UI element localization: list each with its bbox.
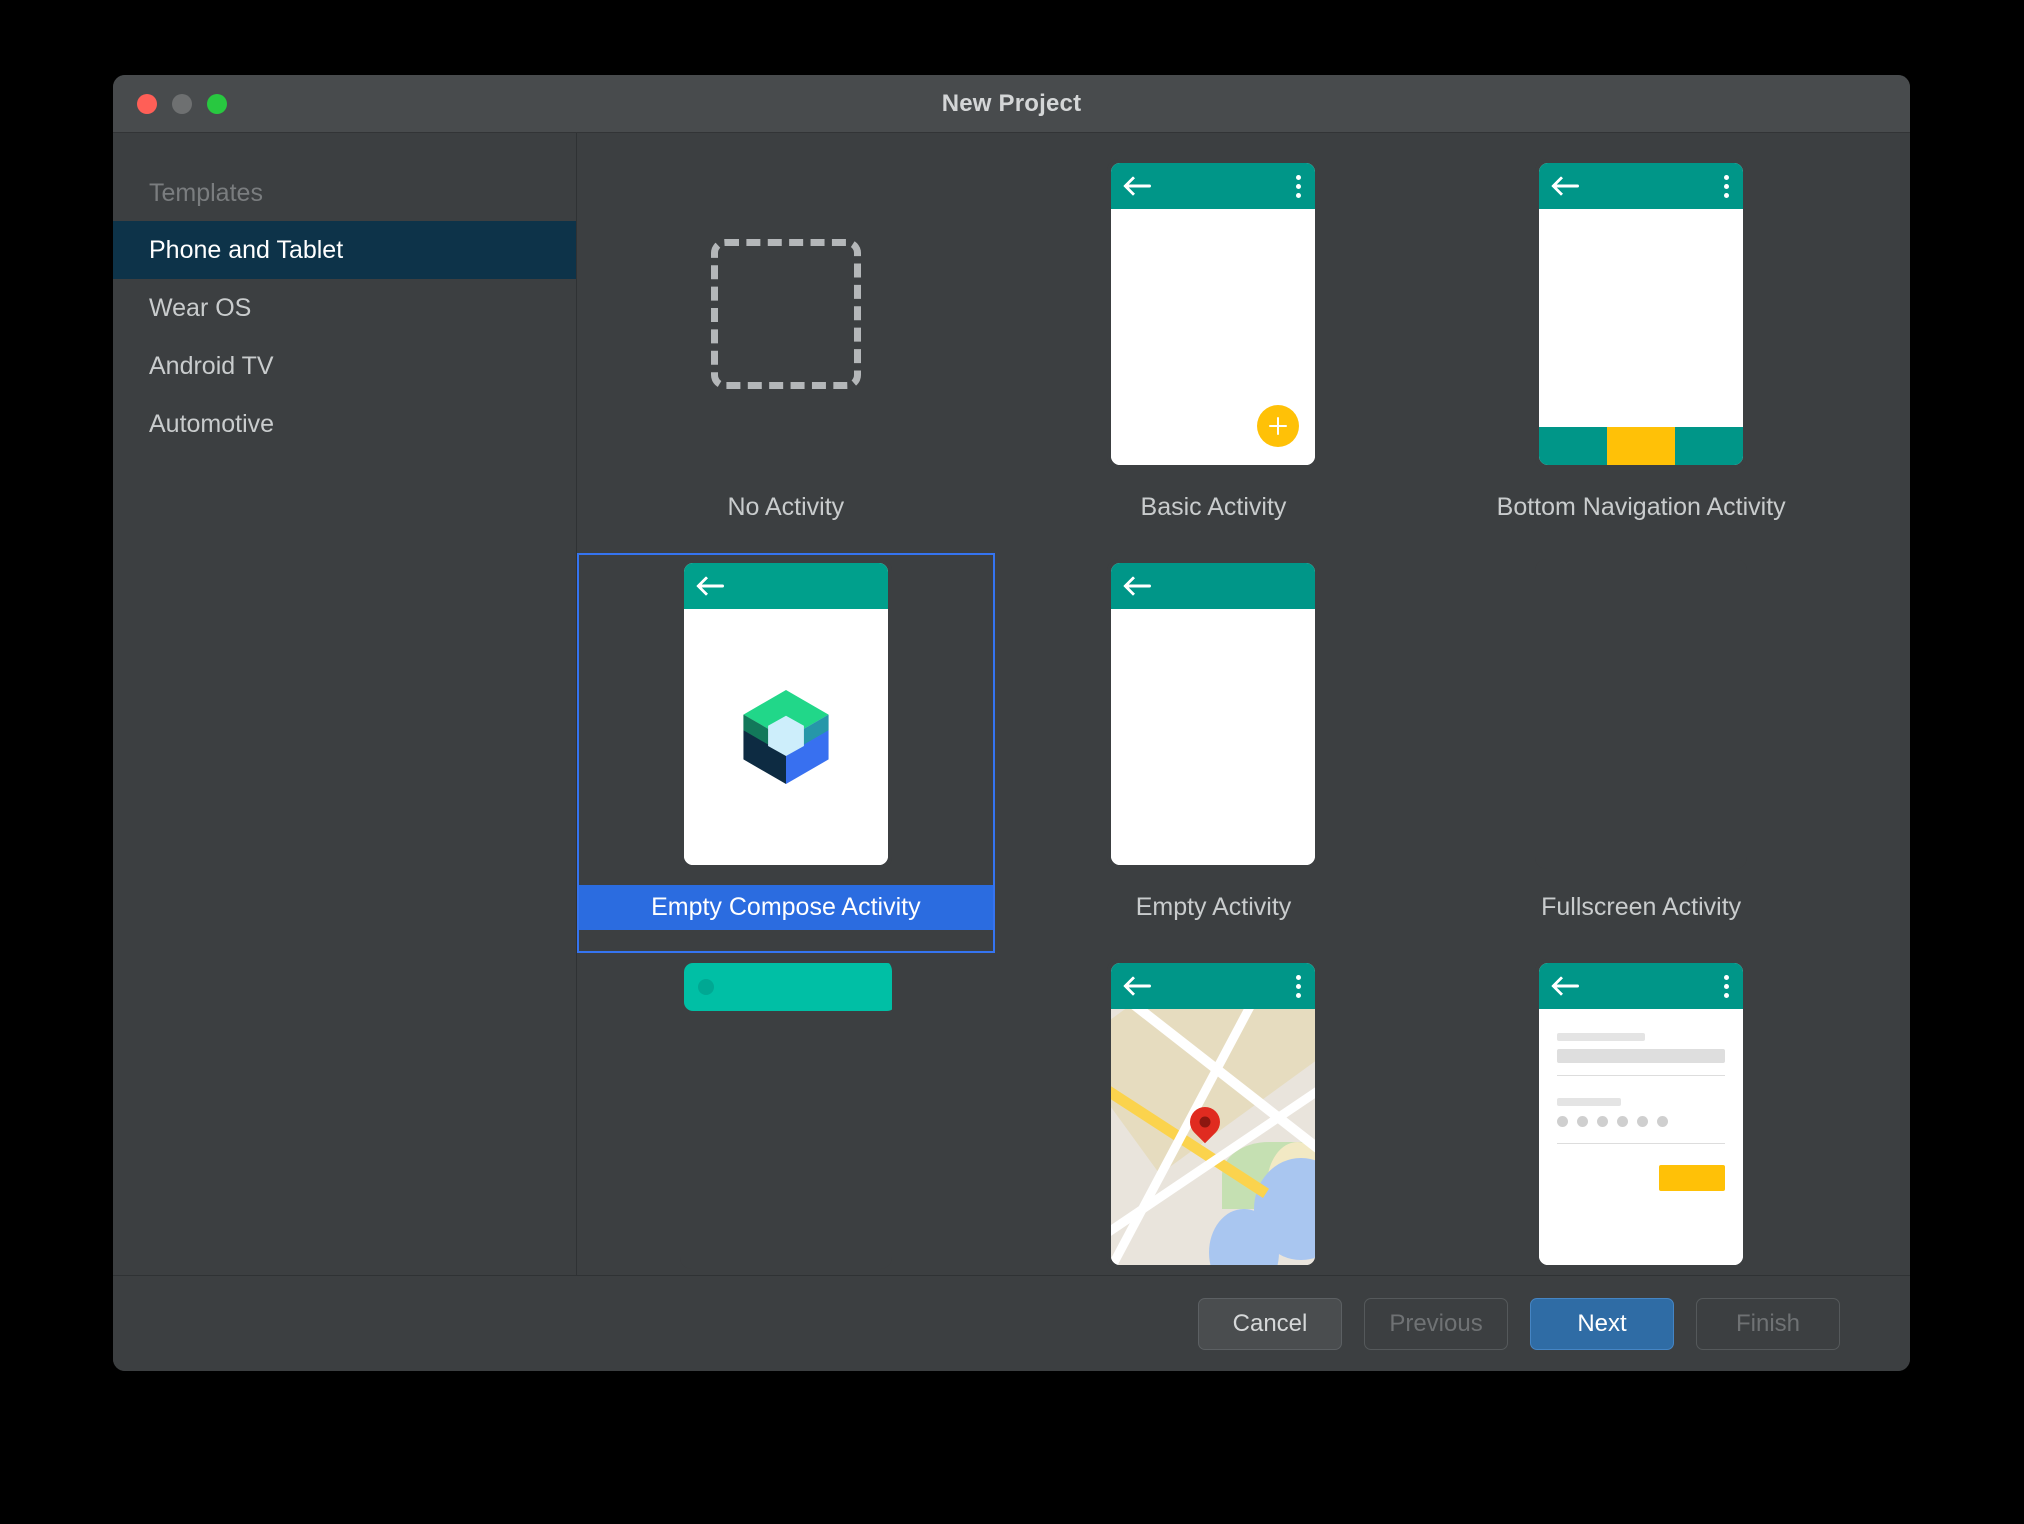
- jetpack-compose-logo-icon: [743, 689, 829, 785]
- template-card-interstitial-ad-activity[interactable]: Interstitial Ad: [577, 953, 995, 1275]
- cancel-button[interactable]: Cancel: [1198, 1297, 1342, 1350]
- thumbnail-interstitial-ad-activity: Interstitial Ad: [679, 959, 892, 1269]
- sidebar-header: Templates: [149, 179, 263, 207]
- phone-frame: [1535, 559, 1748, 869]
- bottom-nav-segment: [1675, 427, 1744, 465]
- template-label: Empty Activity: [1135, 893, 1292, 921]
- phone-frame: [1107, 559, 1320, 869]
- bottom-nav-segment-active: [1607, 427, 1676, 465]
- floating-action-button-icon: [1257, 405, 1300, 447]
- back-arrow-icon: [1125, 975, 1151, 997]
- template-card-bottom-navigation-activity[interactable]: Bottom Navigation Activity: [1432, 153, 1850, 553]
- finish-button[interactable]: Finish: [1696, 1297, 1840, 1350]
- sidebar-item-wear-os[interactable]: Wear OS: [113, 279, 576, 337]
- sign-in-button-placeholder: [1659, 1165, 1726, 1191]
- overflow-menu-icon: [1296, 174, 1302, 198]
- phone-screen: [1539, 163, 1744, 465]
- template-card-basic-activity[interactable]: Basic Activity: [1005, 153, 1423, 553]
- app-bar: [1111, 163, 1316, 209]
- password-dots-placeholder: [1557, 1116, 1725, 1127]
- template-card-google-maps-activity[interactable]: [1005, 953, 1423, 1275]
- thumbnail-fullscreen-activity: [1535, 559, 1748, 869]
- template-label: Bottom Navigation Activity: [1496, 493, 1786, 521]
- template-label: Fullscreen Activity: [1541, 893, 1742, 921]
- phone-frame: [1535, 959, 1748, 1269]
- phone-frame: [1535, 159, 1748, 469]
- status-dot-icon: [697, 979, 714, 995]
- phone-screen: [1539, 963, 1744, 1265]
- content-area: [1111, 209, 1316, 465]
- back-arrow-icon: [1553, 975, 1579, 997]
- dialog-body: Templates Phone and Tablet Wear OS Andro…: [113, 133, 1910, 1275]
- template-gallery: No Activity Basic Activity Bottom Naviga…: [577, 133, 1910, 1275]
- phone-screen: [683, 563, 888, 865]
- new-project-dialog: New Project Templates Phone and Tablet W…: [113, 75, 1910, 1371]
- username-label-placeholder: [1557, 1033, 1645, 1041]
- phone-screen: Interstitial Ad: [683, 963, 892, 1011]
- sidebar-item-automotive[interactable]: Automotive: [113, 395, 576, 453]
- phone-frame: [679, 559, 892, 869]
- password-label-placeholder: [1557, 1098, 1621, 1106]
- content-area: [1539, 209, 1744, 427]
- overflow-menu-icon: [1296, 974, 1302, 998]
- phone-frame: [1107, 959, 1320, 1269]
- back-arrow-icon: [1553, 175, 1579, 197]
- content-area: [1111, 609, 1316, 865]
- app-bar: [1539, 963, 1744, 1009]
- sidebar-item-android-tv[interactable]: Android TV: [113, 337, 576, 395]
- thumbnail-basic-activity: [1107, 159, 1320, 469]
- window-title: New Project: [941, 89, 1082, 117]
- template-card-fullscreen-activity[interactable]: Fullscreen Activity: [1432, 553, 1850, 953]
- close-window-icon[interactable]: [137, 93, 157, 114]
- dashed-placeholder-icon: [710, 239, 861, 389]
- template-card-empty-compose-activity[interactable]: Empty Compose Activity: [577, 553, 995, 953]
- window-titlebar: New Project: [113, 75, 1910, 133]
- sidebar-item-phone-and-tablet[interactable]: Phone and Tablet: [113, 221, 576, 279]
- thumbnail-empty-compose-activity: [679, 559, 892, 869]
- overflow-menu-icon: [1724, 974, 1730, 998]
- app-bar: [1111, 563, 1316, 609]
- template-card-login-activity[interactable]: [1432, 953, 1850, 1275]
- traffic-light-group: [137, 93, 227, 114]
- app-bar: [683, 563, 888, 609]
- next-button[interactable]: Next: [1530, 1297, 1674, 1350]
- templates-sidebar: Templates Phone and Tablet Wear OS Andro…: [113, 133, 577, 1275]
- thumbnail-no-activity: [710, 159, 861, 469]
- login-form: [1539, 1009, 1744, 1265]
- thumbnail-login-activity: [1535, 959, 1748, 1269]
- template-label: No Activity: [727, 493, 845, 521]
- phone-frame: Interstitial Ad: [679, 959, 892, 1269]
- app-bar: [1111, 963, 1316, 1009]
- phone-screen: [1111, 563, 1316, 865]
- dialog-footer: Cancel Previous Next Finish: [113, 1275, 1910, 1371]
- back-arrow-icon: [698, 575, 724, 597]
- previous-button[interactable]: Previous: [1364, 1297, 1508, 1350]
- template-label: Basic Activity: [1140, 493, 1287, 521]
- bottom-navigation-bar: [1539, 427, 1744, 465]
- maximize-window-icon[interactable]: [207, 93, 227, 114]
- thumbnail-empty-activity: [1107, 559, 1320, 869]
- template-card-no-activity[interactable]: No Activity: [577, 153, 995, 553]
- back-arrow-icon: [1125, 575, 1151, 597]
- content-area: [683, 609, 888, 865]
- thumbnail-google-maps-activity: [1107, 959, 1320, 1269]
- thumbnail-bottom-navigation-activity: [1535, 159, 1748, 469]
- phone-screen: [1111, 963, 1316, 1265]
- phone-frame: [1107, 159, 1320, 469]
- template-card-empty-activity[interactable]: Empty Activity: [1005, 553, 1423, 953]
- bottom-nav-segment: [1539, 427, 1608, 465]
- app-bar: [1539, 163, 1744, 209]
- map-canvas: [1111, 1009, 1316, 1265]
- minimize-window-icon[interactable]: [172, 93, 192, 114]
- template-grid: No Activity Basic Activity Bottom Naviga…: [577, 133, 1910, 1275]
- phone-screen: [1111, 163, 1316, 465]
- back-arrow-icon: [1125, 175, 1151, 197]
- overflow-menu-icon: [1724, 174, 1730, 198]
- template-label: Empty Compose Activity: [577, 885, 995, 930]
- username-field-placeholder: [1557, 1049, 1726, 1063]
